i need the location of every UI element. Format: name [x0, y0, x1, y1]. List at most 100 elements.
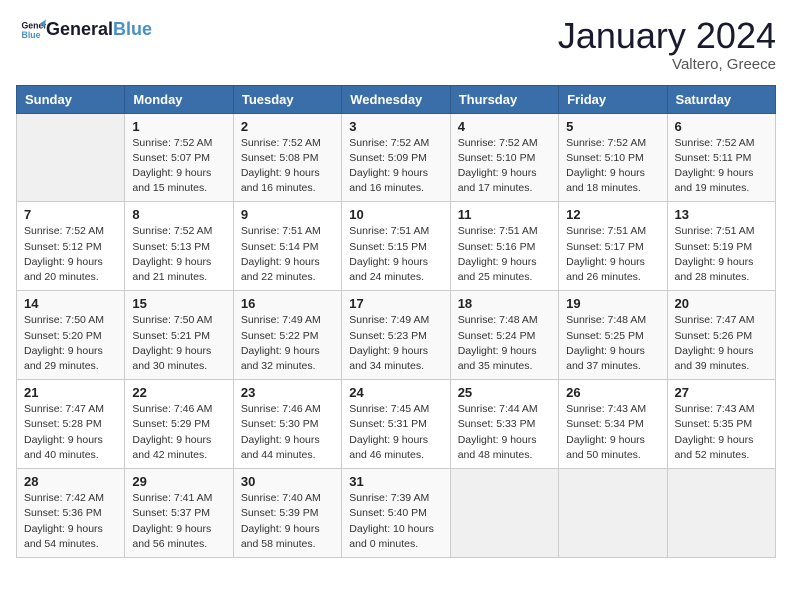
day-number: 16: [241, 296, 334, 311]
day-info: Sunrise: 7:50 AMSunset: 5:21 PMDaylight:…: [132, 313, 225, 374]
day-info: Sunrise: 7:52 AMSunset: 5:12 PMDaylight:…: [24, 224, 117, 285]
day-info: Sunrise: 7:51 AMSunset: 5:15 PMDaylight:…: [349, 224, 442, 285]
day-cell: [450, 469, 558, 558]
day-info: Sunrise: 7:52 AMSunset: 5:13 PMDaylight:…: [132, 224, 225, 285]
day-cell: 25 Sunrise: 7:44 AMSunset: 5:33 PMDayligh…: [450, 380, 558, 469]
day-number: 10: [349, 207, 442, 222]
day-number: 11: [458, 207, 551, 222]
day-info: Sunrise: 7:48 AMSunset: 5:24 PMDaylight:…: [458, 313, 551, 374]
day-number: 5: [566, 119, 659, 134]
day-info: Sunrise: 7:51 AMSunset: 5:16 PMDaylight:…: [458, 224, 551, 285]
day-number: 12: [566, 207, 659, 222]
day-info: Sunrise: 7:45 AMSunset: 5:31 PMDaylight:…: [349, 402, 442, 463]
header-monday: Monday: [125, 85, 233, 113]
day-cell: 26Sunrise: 7:43 AMSunset: 5:34 PMDayligh…: [559, 380, 667, 469]
day-cell: 30 Sunrise: 7:40 AMSunset: 5:39 PMDayligh…: [233, 469, 341, 558]
day-info: Sunrise: 7:41 AMSunset: 5:37 PMDaylight:…: [132, 491, 225, 552]
day-cell: 19Sunrise: 7:48 AMSunset: 5:25 PMDayligh…: [559, 291, 667, 380]
day-cell: 15 Sunrise: 7:50 AMSunset: 5:21 PMDayligh…: [125, 291, 233, 380]
day-cell: 31 Sunrise: 7:39 AMSunset: 5:40 PMDayligh…: [342, 469, 450, 558]
day-info: Sunrise: 7:52 AMSunset: 5:08 PMDaylight:…: [241, 136, 334, 197]
week-row-3: 14 Sunrise: 7:50 AMSunset: 5:20 PMDayligh…: [17, 291, 776, 380]
day-number: 30: [241, 474, 334, 489]
day-info: Sunrise: 7:47 AMSunset: 5:28 PMDaylight:…: [24, 402, 117, 463]
day-cell: 16 Sunrise: 7:49 AMSunset: 5:22 PMDayligh…: [233, 291, 341, 380]
day-number: 24: [349, 385, 442, 400]
day-cell: 27 Sunrise: 7:43 AMSunset: 5:35 PMDayligh…: [667, 380, 775, 469]
day-number: 4: [458, 119, 551, 134]
day-number: 25: [458, 385, 551, 400]
week-row-5: 28Sunrise: 7:42 AMSunset: 5:36 PMDayligh…: [17, 469, 776, 558]
day-cell: 13Sunrise: 7:51 AMSunset: 5:19 PMDayligh…: [667, 202, 775, 291]
day-number: 21: [24, 385, 117, 400]
day-cell: 17 Sunrise: 7:49 AMSunset: 5:23 PMDayligh…: [342, 291, 450, 380]
header-sunday: Sunday: [17, 85, 125, 113]
header-saturday: Saturday: [667, 85, 775, 113]
day-cell: 10 Sunrise: 7:51 AMSunset: 5:15 PMDayligh…: [342, 202, 450, 291]
day-info: Sunrise: 7:52 AMSunset: 5:09 PMDaylight:…: [349, 136, 442, 197]
day-number: 31: [349, 474, 442, 489]
day-cell: 4 Sunrise: 7:52 AMSunset: 5:10 PMDaylight…: [450, 113, 558, 202]
day-number: 22: [132, 385, 225, 400]
day-info: Sunrise: 7:46 AMSunset: 5:30 PMDaylight:…: [241, 402, 334, 463]
day-cell: 22 Sunrise: 7:46 AMSunset: 5:29 PMDayligh…: [125, 380, 233, 469]
day-info: Sunrise: 7:49 AMSunset: 5:22 PMDaylight:…: [241, 313, 334, 374]
day-cell: 23 Sunrise: 7:46 AMSunset: 5:30 PMDayligh…: [233, 380, 341, 469]
day-info: Sunrise: 7:44 AMSunset: 5:33 PMDaylight:…: [458, 402, 551, 463]
day-info: Sunrise: 7:42 AMSunset: 5:36 PMDaylight:…: [24, 491, 117, 552]
day-cell: [17, 113, 125, 202]
month-title: January 2024: [558, 16, 776, 56]
day-info: Sunrise: 7:52 AMSunset: 5:07 PMDaylight:…: [132, 136, 225, 197]
day-info: Sunrise: 7:51 AMSunset: 5:14 PMDaylight:…: [241, 224, 334, 285]
day-number: 2: [241, 119, 334, 134]
day-info: Sunrise: 7:47 AMSunset: 5:26 PMDaylight:…: [675, 313, 768, 374]
day-number: 17: [349, 296, 442, 311]
day-info: Sunrise: 7:50 AMSunset: 5:20 PMDaylight:…: [24, 313, 117, 374]
day-number: 14: [24, 296, 117, 311]
day-number: 29: [132, 474, 225, 489]
day-info: Sunrise: 7:39 AMSunset: 5:40 PMDaylight:…: [349, 491, 442, 552]
day-number: 18: [458, 296, 551, 311]
day-info: Sunrise: 7:46 AMSunset: 5:29 PMDaylight:…: [132, 402, 225, 463]
day-number: 9: [241, 207, 334, 222]
day-number: 15: [132, 296, 225, 311]
day-info: Sunrise: 7:51 AMSunset: 5:19 PMDaylight:…: [675, 224, 768, 285]
day-info: Sunrise: 7:51 AMSunset: 5:17 PMDaylight:…: [566, 224, 659, 285]
page-header: General Blue GeneralBlue January 2024 Va…: [16, 16, 776, 73]
day-info: Sunrise: 7:52 AMSunset: 5:10 PMDaylight:…: [458, 136, 551, 197]
day-number: 1: [132, 119, 225, 134]
day-number: 20: [675, 296, 768, 311]
day-cell: 6Sunrise: 7:52 AMSunset: 5:11 PMDaylight…: [667, 113, 775, 202]
day-number: 7: [24, 207, 117, 222]
day-cell: [559, 469, 667, 558]
day-cell: 7 Sunrise: 7:52 AMSunset: 5:12 PMDaylight…: [17, 202, 125, 291]
day-info: Sunrise: 7:43 AMSunset: 5:35 PMDaylight:…: [675, 402, 768, 463]
header-wednesday: Wednesday: [342, 85, 450, 113]
day-info: Sunrise: 7:40 AMSunset: 5:39 PMDaylight:…: [241, 491, 334, 552]
header-thursday: Thursday: [450, 85, 558, 113]
day-number: 26: [566, 385, 659, 400]
day-number: 27: [675, 385, 768, 400]
logo-general: General: [46, 19, 113, 39]
header-tuesday: Tuesday: [233, 85, 341, 113]
day-info: Sunrise: 7:49 AMSunset: 5:23 PMDaylight:…: [349, 313, 442, 374]
day-cell: 1 Sunrise: 7:52 AMSunset: 5:07 PMDaylight…: [125, 113, 233, 202]
calendar-body: 1 Sunrise: 7:52 AMSunset: 5:07 PMDaylight…: [17, 113, 776, 557]
logo-icon: General Blue: [18, 16, 46, 44]
svg-text:Blue: Blue: [22, 30, 41, 40]
day-cell: 29 Sunrise: 7:41 AMSunset: 5:37 PMDayligh…: [125, 469, 233, 558]
logo-blue: Blue: [113, 19, 152, 39]
location-label: Valtero, Greece: [558, 56, 776, 73]
calendar-table: SundayMondayTuesdayWednesdayThursdayFrid…: [16, 85, 776, 558]
day-cell: 28Sunrise: 7:42 AMSunset: 5:36 PMDayligh…: [17, 469, 125, 558]
week-row-2: 7 Sunrise: 7:52 AMSunset: 5:12 PMDaylight…: [17, 202, 776, 291]
day-cell: 14 Sunrise: 7:50 AMSunset: 5:20 PMDayligh…: [17, 291, 125, 380]
day-number: 23: [241, 385, 334, 400]
day-cell: 9 Sunrise: 7:51 AMSunset: 5:14 PMDaylight…: [233, 202, 341, 291]
day-cell: 3Sunrise: 7:52 AMSunset: 5:09 PMDaylight…: [342, 113, 450, 202]
day-cell: 24 Sunrise: 7:45 AMSunset: 5:31 PMDayligh…: [342, 380, 450, 469]
day-cell: 8Sunrise: 7:52 AMSunset: 5:13 PMDaylight…: [125, 202, 233, 291]
day-number: 6: [675, 119, 768, 134]
header-friday: Friday: [559, 85, 667, 113]
day-info: Sunrise: 7:52 AMSunset: 5:10 PMDaylight:…: [566, 136, 659, 197]
